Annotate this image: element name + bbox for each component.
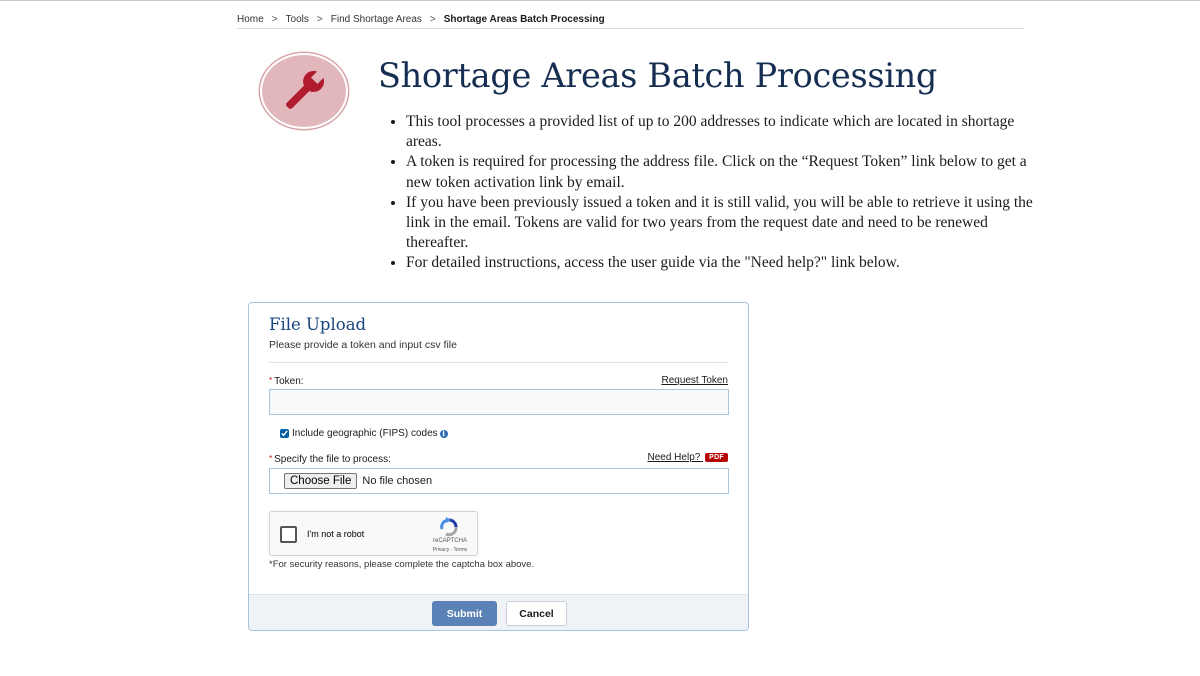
- page-title: Shortage Areas Batch Processing: [378, 56, 938, 95]
- card-title: File Upload: [269, 315, 367, 334]
- recaptcha-label: I'm not a robot: [307, 529, 365, 539]
- recaptcha-brand: reCAPTCHA: [432, 538, 467, 544]
- security-note: *For security reasons, please complete t…: [269, 559, 535, 570]
- recaptcha-terms[interactable]: Privacy - Terms: [420, 547, 480, 553]
- card-footer: Submit Cancel: [249, 594, 748, 630]
- divider: [269, 362, 729, 363]
- fips-checkbox[interactable]: [280, 429, 289, 438]
- token-label: * Token:: [269, 376, 304, 387]
- fips-option[interactable]: Include geographic (FIPS) codes i: [280, 428, 448, 439]
- recaptcha-widget: I'm not a robot reCAPTCHA Privacy - Term…: [269, 511, 478, 556]
- breadcrumb-find-shortage-areas[interactable]: Find Shortage Areas: [331, 14, 422, 25]
- file-label-text: Specify the file to process:: [274, 454, 391, 465]
- info-list: This tool processes a provided list of u…: [385, 112, 1046, 274]
- submit-button[interactable]: Submit: [432, 601, 497, 626]
- fips-label: Include geographic (FIPS) codes: [292, 428, 438, 439]
- recaptcha-checkbox[interactable]: [280, 526, 297, 543]
- token-input[interactable]: [269, 389, 729, 415]
- breadcrumb-tools[interactable]: Tools: [286, 14, 309, 25]
- chevron-right-icon: >: [271, 13, 278, 25]
- recaptcha-icon: [440, 517, 458, 537]
- breadcrumb: Home > Tools > Find Shortage Areas > Sho…: [237, 10, 1024, 29]
- file-input[interactable]: Choose File No file chosen: [269, 468, 729, 494]
- info-bullet: If you have been previously issued a tok…: [406, 193, 1046, 254]
- info-bullet: For detailed instructions, access the us…: [406, 253, 1046, 273]
- cancel-button[interactable]: Cancel: [506, 601, 567, 626]
- top-rule: [0, 0, 1200, 1]
- no-file-text: No file chosen: [362, 475, 433, 487]
- info-icon[interactable]: i: [439, 429, 448, 438]
- required-marker: *: [269, 376, 273, 385]
- chevron-right-icon: >: [316, 13, 323, 25]
- file-upload-card: File Upload Please provide a token and i…: [248, 302, 749, 631]
- token-label-text: Token:: [274, 376, 304, 387]
- file-label: * Specify the file to process:: [269, 454, 391, 465]
- wrench-icon: [260, 53, 348, 129]
- info-bullet: A token is required for processing the a…: [406, 152, 1046, 192]
- breadcrumb-current: Shortage Areas Batch Processing: [443, 13, 605, 25]
- pdf-badge: PDF: [705, 452, 728, 462]
- choose-file-button[interactable]: Choose File: [284, 473, 358, 489]
- need-help-text: Need Help?: [647, 452, 701, 463]
- info-bullet: This tool processes a provided list of u…: [406, 112, 1046, 152]
- required-marker: *: [269, 454, 273, 463]
- card-subtitle: Please provide a token and input csv fil…: [269, 339, 457, 351]
- breadcrumb-home[interactable]: Home: [237, 14, 264, 25]
- need-help-link[interactable]: Need Help? PDF: [647, 452, 728, 463]
- request-token-link[interactable]: Request Token: [661, 375, 728, 386]
- chevron-right-icon: >: [429, 13, 436, 25]
